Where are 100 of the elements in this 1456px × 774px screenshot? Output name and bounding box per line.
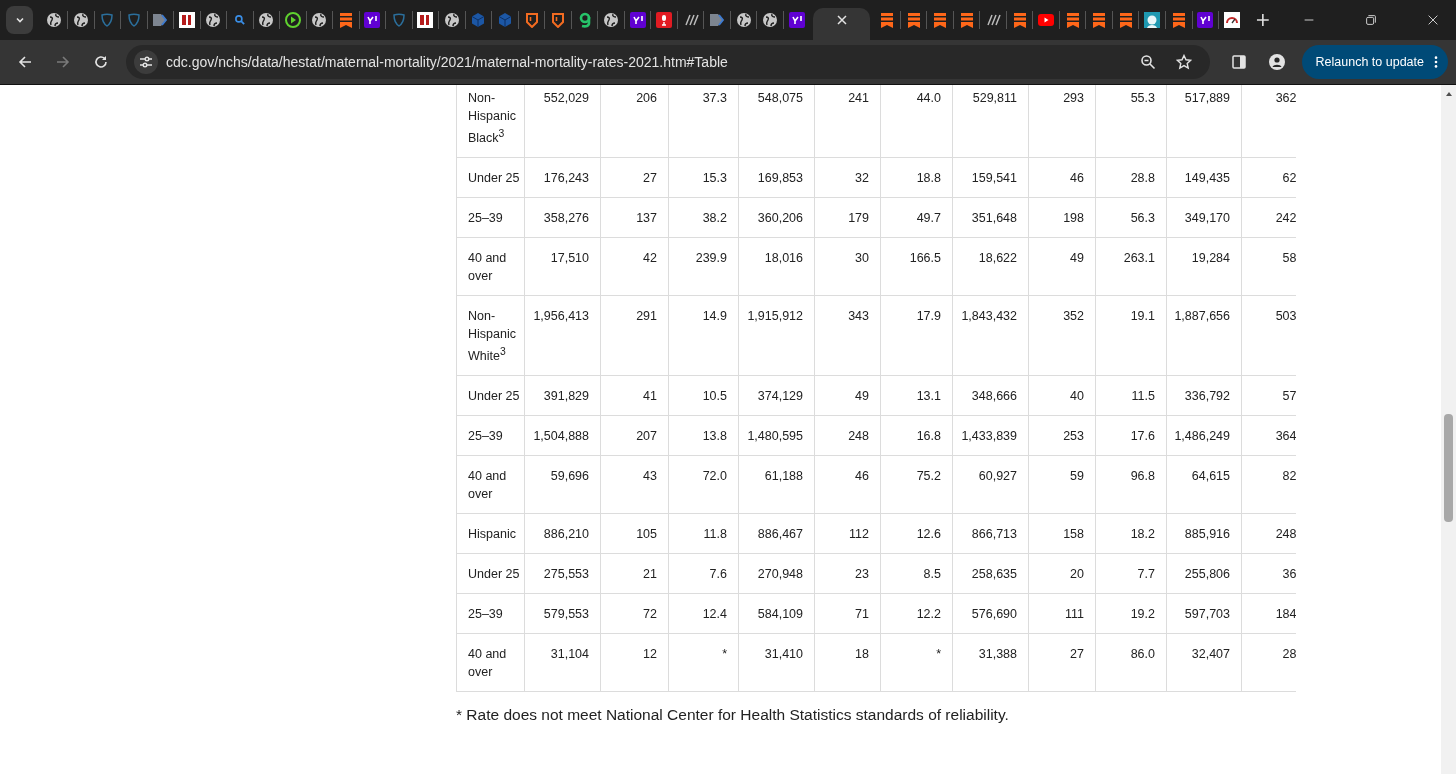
table-cell: 391,829 [524, 375, 601, 416]
table-cell: 576,690 [952, 593, 1029, 634]
scrollbar-thumb[interactable] [1444, 414, 1453, 522]
more-icon[interactable] [1434, 55, 1438, 69]
table-cell: 111 [1028, 593, 1096, 634]
microphone-icon [656, 12, 673, 28]
table-cell: 548,075 [738, 85, 815, 158]
table-cell: 61,188 [738, 455, 815, 514]
row-label: Under 25 [456, 375, 525, 416]
table-cell: 1,887,656 [1166, 295, 1242, 376]
slash-icon [985, 12, 1002, 28]
table-cell: 517,889 [1166, 85, 1242, 158]
table-cell: 8.5 [880, 553, 953, 594]
table-cell: 1,956,413 [524, 295, 601, 376]
table-cell: 11.5 [1095, 375, 1167, 416]
table-cell: 258,635 [952, 553, 1029, 594]
globe-icon [762, 12, 779, 28]
cube-icon [470, 12, 487, 28]
site-settings-icon[interactable] [134, 50, 158, 74]
table-cell: 105 [600, 513, 669, 554]
table-cell: 55.3 [1095, 85, 1167, 158]
table-cell: 13.8 [668, 415, 739, 456]
logo-icon [629, 12, 646, 28]
new-tab-icon[interactable] [1254, 12, 1271, 28]
table-cell: 17,510 [524, 237, 601, 296]
table-cell: 32 [814, 157, 881, 198]
table-cell: 49 [1028, 237, 1096, 296]
bookmark-icon [1117, 12, 1134, 28]
table-cell: 43 [600, 455, 669, 514]
table-cell: 1,915,912 [738, 295, 815, 376]
badge-icon [523, 12, 540, 28]
table-cell: 31,410 [738, 633, 815, 692]
table-cell: 19,284 [1166, 237, 1242, 296]
table-cell: 166.5 [880, 237, 953, 296]
scroll-up-icon[interactable] [1445, 90, 1453, 98]
table-cell: 11.8 [668, 513, 739, 554]
table-cell: 18,016 [738, 237, 815, 296]
table-cell: 18 [814, 633, 881, 692]
bookmark-icon [905, 12, 922, 28]
shield-icon [390, 12, 407, 28]
scrollbar[interactable] [1441, 85, 1456, 774]
table-cell: 112 [814, 513, 881, 554]
badge-icon [550, 12, 566, 28]
table-cell: 206 [600, 85, 669, 158]
table-cell: 12 [600, 633, 669, 692]
table-cell: 12.6 [880, 513, 953, 554]
table-cell: 18,622 [952, 237, 1029, 296]
table-cell: 886,467 [738, 513, 815, 554]
row-label: Under 25 [456, 157, 525, 198]
bookmark-icon [1091, 12, 1108, 28]
table-cell: 529,811 [952, 85, 1029, 158]
table-cell: 42 [600, 237, 669, 296]
row-label: Non-Hispanic Black$^{3}$ [456, 85, 525, 158]
row-label: Under 25 [456, 553, 525, 594]
url-text: cdc.gov/nchs/data/hestat/maternal-mortality/2021/maternal-mortality-rates-2021.htm#Table [166, 54, 729, 70]
globe-icon [603, 12, 620, 28]
table-cell: 59 [1028, 455, 1096, 514]
table-cell: 37.3 [668, 85, 739, 158]
table-cell: 159,541 [952, 157, 1029, 198]
row-label: 25–39 [456, 415, 525, 456]
table-cell: 885,916 [1166, 513, 1242, 554]
table-cell: 239.9 [668, 237, 739, 296]
table-cell: 263.1 [1095, 237, 1167, 296]
table-cell: 348,666 [952, 375, 1029, 416]
table-cell: 16.8 [880, 415, 953, 456]
logo-icon [178, 12, 195, 28]
bookmark-icon [932, 12, 949, 28]
bookmark-icon [879, 12, 896, 28]
table-cell: 28.8 [1095, 157, 1167, 198]
table-cell: 343 [814, 295, 881, 376]
table-cell: 360,206 [738, 197, 815, 238]
table-cell: 12.2 [880, 593, 953, 634]
shield-icon [125, 12, 142, 28]
table-cell: 64,615 [1166, 455, 1242, 514]
logo-icon [1197, 12, 1214, 28]
address-bar[interactable]: cdc.gov/nchs/data/hestat/maternal-mortality/2021/maternal-mortality-rates-2021.htm#Table [126, 45, 1210, 79]
table-cell: 248 [814, 415, 881, 456]
chevron-icon [152, 12, 169, 28]
table-cell: 7.7 [1095, 553, 1167, 594]
table-cell: 291 [600, 295, 669, 376]
table-cell: 23 [814, 553, 881, 594]
table-cell: 886,210 [524, 513, 601, 554]
logo-icon [364, 12, 381, 28]
table-cell: 158 [1028, 513, 1096, 554]
globe-icon [311, 12, 328, 28]
table-cell: 18.8 [880, 157, 953, 198]
table-cell: 352 [1028, 295, 1096, 376]
table-cell: 1,504,888 [524, 415, 601, 456]
bookmark-icon [1011, 12, 1028, 28]
search-icon [233, 14, 246, 26]
table-cell: 1,486,249 [1166, 415, 1242, 456]
table-cell: 579,553 [524, 593, 601, 634]
table-cell: 349,170 [1166, 197, 1242, 238]
table-cell: 552,029 [524, 85, 601, 158]
table-cell: 86.0 [1095, 633, 1167, 692]
table-cell: 358,276 [524, 197, 601, 238]
table-cell: 207 [600, 415, 669, 456]
table-cell: 38.2 [668, 197, 739, 238]
table-cell: 270,948 [738, 553, 815, 594]
relaunch-button[interactable]: Relaunch to update [1301, 45, 1448, 79]
